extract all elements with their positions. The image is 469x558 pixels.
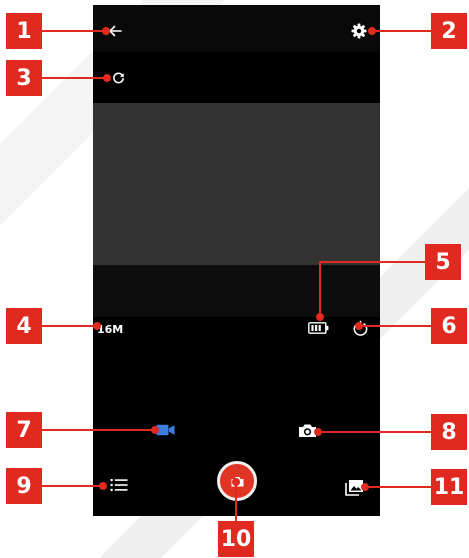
camera-icon <box>298 424 316 437</box>
preview-bottom-strip <box>93 265 380 317</box>
gallery-icon <box>344 479 363 496</box>
shutter-camera-icon <box>231 476 243 486</box>
top-bar <box>93 5 380 52</box>
power-icon <box>353 320 367 336</box>
video-mode-button[interactable] <box>154 422 176 438</box>
arrow-left-icon <box>109 25 122 37</box>
battery-indicator <box>306 319 330 337</box>
callout-3: 3 <box>6 60 42 96</box>
menu-button[interactable] <box>109 476 129 494</box>
callout-1: 1 <box>6 13 42 49</box>
gallery-button[interactable] <box>343 477 365 497</box>
refresh-icon <box>112 72 124 83</box>
shutter-button[interactable] <box>217 461 257 501</box>
settings-button[interactable] <box>350 22 368 40</box>
resolution-label[interactable]: 16M <box>97 321 125 337</box>
callout-10: 10 <box>218 521 254 557</box>
photo-mode-button[interactable] <box>296 421 318 439</box>
camera-app-screen: 16M <box>93 5 380 516</box>
callout-5: 5 <box>425 244 461 280</box>
callout-4: 4 <box>6 308 42 344</box>
list-icon <box>110 479 128 491</box>
power-button[interactable] <box>350 318 370 338</box>
back-button[interactable] <box>106 22 124 40</box>
callout-11: 11 <box>431 469 467 505</box>
callout-2: 2 <box>431 13 467 49</box>
live-preview <box>93 103 380 265</box>
refresh-button[interactable] <box>110 70 126 86</box>
callout-9: 9 <box>6 468 42 504</box>
battery-icon <box>307 322 328 334</box>
callout-7: 7 <box>6 412 42 448</box>
video-camera-icon <box>156 424 174 436</box>
callout-6: 6 <box>431 308 467 344</box>
gear-icon <box>351 23 367 39</box>
callout-8: 8 <box>431 414 467 450</box>
